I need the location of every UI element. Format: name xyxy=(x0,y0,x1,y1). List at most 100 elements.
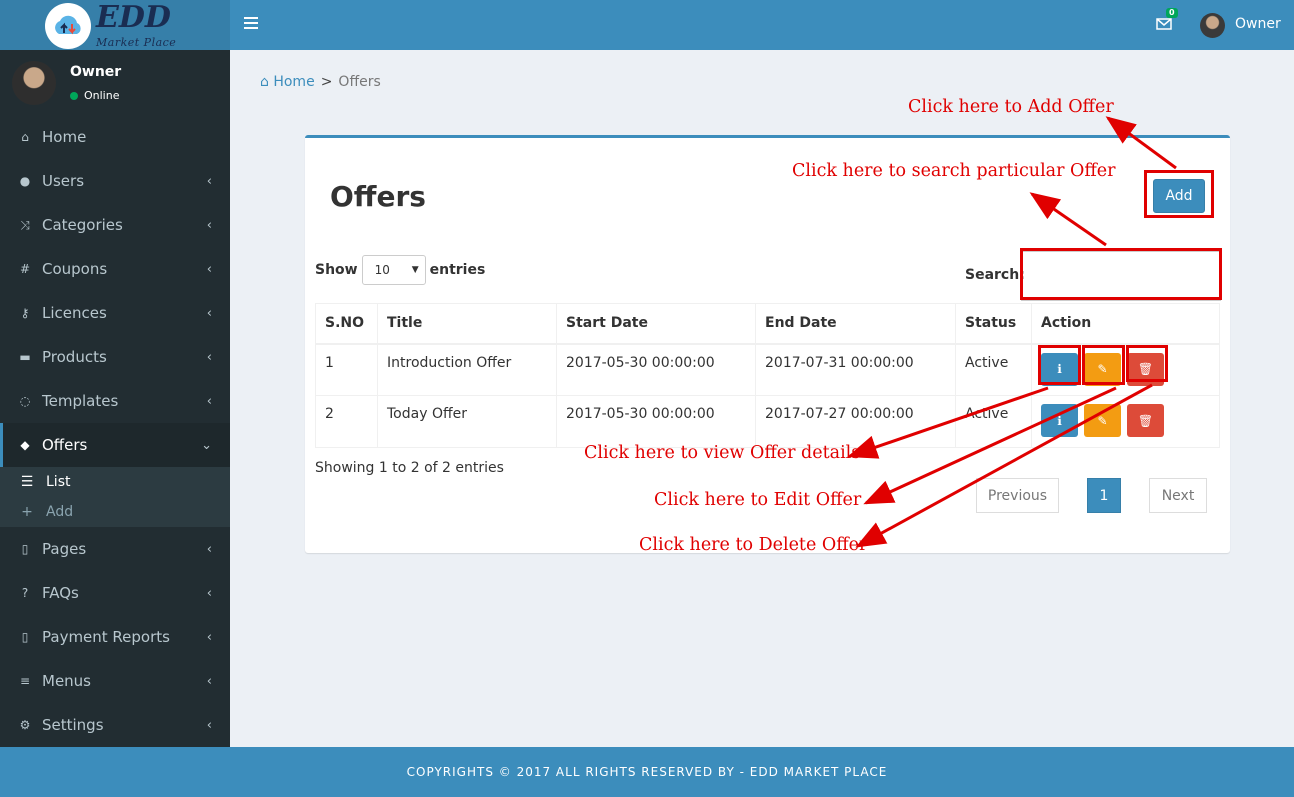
sidebar-item-label: Home xyxy=(42,128,87,146)
view-button[interactable]: ℹ xyxy=(1041,404,1078,437)
breadcrumb: ⌂ Home > Offers xyxy=(260,74,381,90)
file-icon: ▯ xyxy=(21,542,29,556)
edit-annotation: Click here to Edit Offer xyxy=(654,490,862,510)
sidebar-item-label: FAQs xyxy=(42,584,79,602)
sidebar-item-offers[interactable]: ◆ Offers ⌄ xyxy=(0,423,230,467)
key-icon: ⚷ xyxy=(20,306,30,320)
bars-icon: ≡ xyxy=(19,674,31,688)
cloud-logo-icon xyxy=(45,3,91,49)
question-icon: ? xyxy=(21,586,29,600)
sidebar-item-settings[interactable]: ⚙ Settings ‹ xyxy=(0,703,230,747)
header-avatar[interactable] xyxy=(1200,13,1225,38)
page-size-value: 10 xyxy=(374,263,390,277)
show-label: Show xyxy=(315,262,358,278)
delete-button[interactable]: 🗑 xyxy=(1127,404,1164,437)
chevron-left-icon: ‹ xyxy=(206,261,212,277)
footer: COPYRIGHTS © 2017 ALL RIGHTS RESERVED BY… xyxy=(0,747,1294,797)
caret-down-icon: ▼ xyxy=(411,265,419,275)
edit-button[interactable]: ✎ xyxy=(1084,404,1121,437)
chevron-left-icon: ‹ xyxy=(206,541,212,557)
sidebar-item-label: Menus xyxy=(42,672,91,690)
add-annotation: Click here to Add Offer xyxy=(908,97,1114,117)
sidebar-item-label: Users xyxy=(42,172,85,190)
cell-sno: 2 xyxy=(315,395,378,448)
column-header[interactable]: Title xyxy=(377,303,557,345)
brand-name: EDD xyxy=(96,0,171,35)
sidebar-item-products[interactable]: ▬ Products ‹ xyxy=(0,335,230,379)
sidebar-item-payment-reports[interactable]: ▯ Payment Reports ‹ xyxy=(0,615,230,659)
entries-label: entries xyxy=(429,262,486,278)
sidebar-item-label: Templates xyxy=(42,392,119,410)
search-annotation: Click here to search particular Offer xyxy=(792,161,1116,181)
chevron-down-icon: ⌄ xyxy=(201,437,212,453)
sidebar-item-label: Pages xyxy=(42,540,87,558)
previous-page-button[interactable]: Previous xyxy=(976,478,1059,513)
submenu-item-list[interactable]: ☰ List xyxy=(0,467,230,497)
chevron-left-icon: ‹ xyxy=(206,629,212,645)
header-user-name[interactable]: Owner xyxy=(1235,16,1281,32)
offers-submenu: ☰ List + Add xyxy=(0,467,230,527)
sidebar-item-home[interactable]: ⌂ Home xyxy=(0,115,230,159)
sidebar-item-pages[interactable]: ▯ Pages ‹ xyxy=(0,527,230,571)
column-header[interactable]: End Date xyxy=(755,303,956,345)
cell-start-date: 2017-05-30 00:00:00 xyxy=(556,343,756,396)
cell-actions: ℹ ✎ 🗑 xyxy=(1031,395,1220,448)
online-status: Online xyxy=(70,89,119,102)
chevron-left-icon: ‹ xyxy=(206,305,212,321)
cell-end-date: 2017-07-31 00:00:00 xyxy=(755,343,956,396)
copyright-text: COPYRIGHTS © 2017 ALL RIGHTS RESERVED BY… xyxy=(406,765,888,779)
user-panel: Owner Online xyxy=(0,50,230,115)
sidebar-item-templates[interactable]: ◌ Templates ‹ xyxy=(0,379,230,423)
breadcrumb-home[interactable]: ⌂ Home xyxy=(260,74,315,90)
cell-sno: 1 xyxy=(315,343,378,396)
chevron-left-icon: ‹ xyxy=(206,717,212,733)
sidebar-item-licences[interactable]: ⚷ Licences ‹ xyxy=(0,291,230,335)
online-dot-icon xyxy=(70,91,78,100)
sidebar-item-label: Payment Reports xyxy=(42,628,170,646)
page-number-button[interactable]: 1 xyxy=(1087,478,1121,513)
submenu-item-label: Add xyxy=(46,504,74,520)
status-text: Online xyxy=(84,89,120,102)
gear-icon: ⚙ xyxy=(19,718,31,732)
chevron-left-icon: ‹ xyxy=(206,393,212,409)
chevron-left-icon: ‹ xyxy=(206,673,212,689)
sidebar-toggle-icon[interactable] xyxy=(244,17,258,31)
search-highlight-box xyxy=(1020,248,1222,300)
sidebar-item-faqs[interactable]: ? FAQs ‹ xyxy=(0,571,230,615)
trash-icon: 🗑 xyxy=(1137,413,1154,428)
page-length-control: Show 10 ▼ entries xyxy=(315,255,485,285)
info-icon: ℹ xyxy=(1057,413,1062,428)
sidebar-item-label: Settings xyxy=(42,716,104,734)
sidebar-item-menus[interactable]: ≡ Menus ‹ xyxy=(0,659,230,703)
chevron-left-icon: ‹ xyxy=(206,217,212,233)
view-highlight-box xyxy=(1038,345,1081,385)
page-title: Offers xyxy=(330,180,426,213)
sidebar-item-coupons[interactable]: # Coupons ‹ xyxy=(0,247,230,291)
next-page-button[interactable]: Next xyxy=(1149,478,1207,513)
hash-icon: # xyxy=(19,262,31,276)
edit-highlight-box xyxy=(1082,345,1125,385)
home-icon: ⌂ xyxy=(21,130,29,144)
comment-icon: ◌ xyxy=(19,394,31,408)
sidebar: Owner Online ⌂ Home ● Users ‹ ⤨ Categories ‹ … xyxy=(0,50,230,747)
submenu-item-add[interactable]: + Add xyxy=(0,497,230,527)
delete-annotation: Click here to Delete Offer xyxy=(639,535,868,555)
logo-area[interactable]: EDD Market Place xyxy=(0,0,230,50)
top-navbar: 0 Owner xyxy=(230,0,1294,50)
chevron-left-icon: ‹ xyxy=(206,585,212,601)
chevron-left-icon: ‹ xyxy=(206,173,212,189)
sidebar-item-label: Licences xyxy=(42,304,107,322)
column-header[interactable]: S.NO xyxy=(315,303,378,345)
sidebar-item-label: Offers xyxy=(42,436,88,454)
envelope-icon[interactable] xyxy=(1156,16,1172,32)
page-size-select[interactable]: 10 ▼ xyxy=(361,255,426,285)
sidebar-item-categories[interactable]: ⤨ Categories ‹ xyxy=(0,203,230,247)
table-header-row: S.NO Title Start Date End Date Status Ac… xyxy=(315,303,1220,345)
sidebar-item-users[interactable]: ● Users ‹ xyxy=(0,159,230,203)
cell-start-date: 2017-05-30 00:00:00 xyxy=(556,395,756,448)
breadcrumb-current: Offers xyxy=(338,74,381,90)
column-header[interactable]: Start Date xyxy=(556,303,756,345)
column-header: Action xyxy=(1031,303,1220,345)
column-header[interactable]: Status xyxy=(955,303,1032,345)
cell-status: Active xyxy=(955,343,1032,396)
